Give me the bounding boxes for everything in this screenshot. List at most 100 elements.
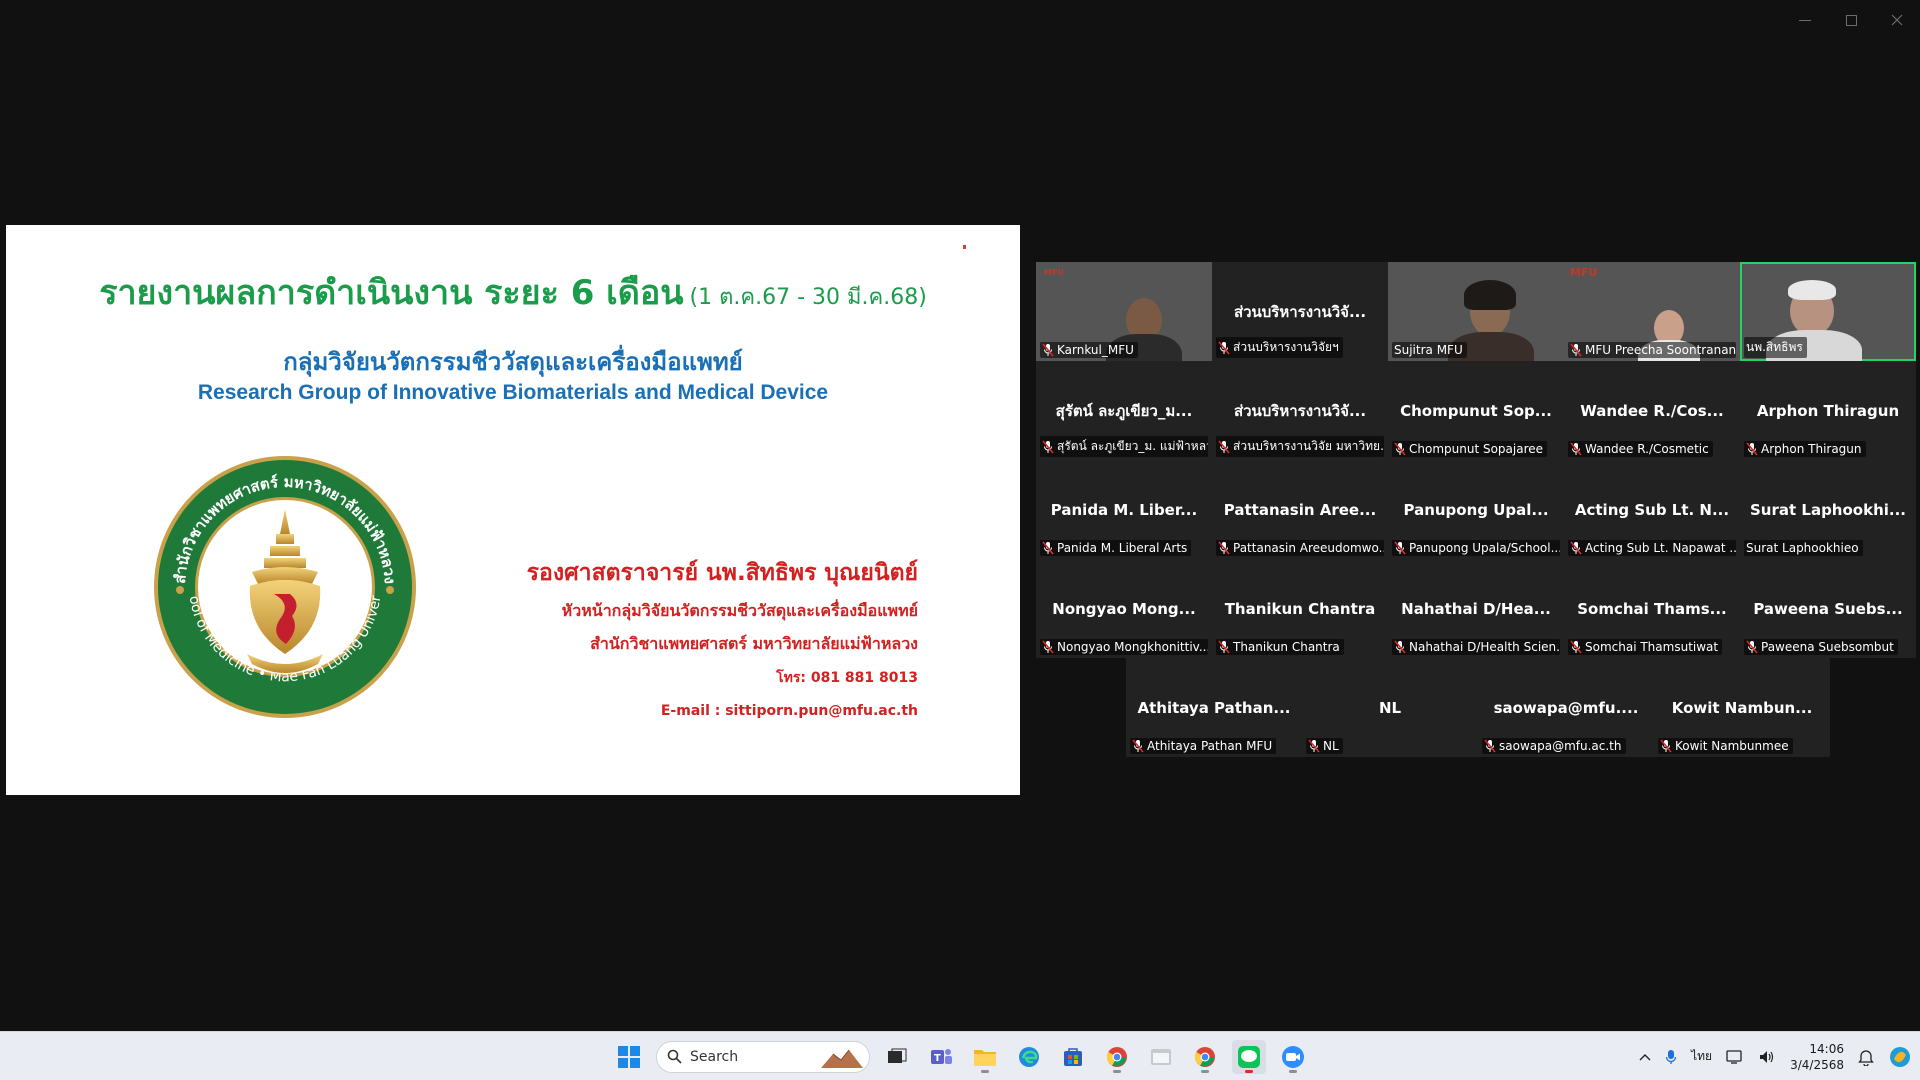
school-logo: สำนักวิชาแพทยศาสตร์ มหาวิทยาลัยแม่ฟ้าหลว… bbox=[152, 454, 416, 718]
zoom-button[interactable] bbox=[1276, 1040, 1310, 1074]
name-tag: สุรัตน์ ละภูเขียว_ม. แม่ฟ้าหลวง bbox=[1040, 436, 1208, 457]
window-app-icon bbox=[1151, 1048, 1171, 1065]
start-button[interactable] bbox=[612, 1040, 646, 1074]
mic-muted-icon bbox=[1042, 640, 1054, 654]
name-tag: Surat Laphookhieo bbox=[1744, 540, 1863, 556]
minimize-button[interactable] bbox=[1782, 0, 1828, 40]
mfu-anniversary-label: MFU bbox=[1570, 266, 1598, 279]
participant-tile[interactable]: ส่วนบริหารงานวิจั... ส่วนบริหารงานวิจัย ม… bbox=[1212, 361, 1388, 460]
participant-tile-active-speaker[interactable]: นพ.สิทธิพร bbox=[1740, 262, 1916, 361]
mic-muted-icon bbox=[1570, 343, 1582, 357]
minimize-icon bbox=[1799, 19, 1811, 21]
mic-muted-icon bbox=[1746, 442, 1758, 456]
edge-icon bbox=[1019, 1046, 1039, 1067]
notification-bell-icon[interactable] bbox=[1858, 1048, 1874, 1066]
store-button[interactable] bbox=[1056, 1040, 1090, 1074]
name-tag: Nahathai D/Health Scien... bbox=[1392, 639, 1560, 655]
video-hair bbox=[1464, 280, 1516, 310]
name-tag: Paweena Suebsombut bbox=[1744, 639, 1898, 655]
taskbar-apps: Search T bbox=[612, 1032, 1310, 1080]
mic-muted-icon bbox=[1660, 739, 1672, 753]
mic-muted-icon bbox=[1394, 640, 1406, 654]
volume-icon[interactable] bbox=[1758, 1049, 1776, 1065]
task-view-icon bbox=[888, 1048, 907, 1063]
participant-tile[interactable]: Chompunut Sop... Chompunut Sopajaree bbox=[1388, 361, 1564, 460]
mic-muted-icon bbox=[1394, 541, 1406, 555]
presenter-institution: สำนักวิชาแพทยศาสตร์ มหาวิทยาลัยแม่ฟ้าหลว… bbox=[590, 634, 918, 653]
participant-tile[interactable]: Somchai Thams... Somchai Thamsutiwat bbox=[1564, 559, 1740, 658]
participant-tile[interactable]: Nahathai D/Hea... Nahathai D/Health Scien… bbox=[1388, 559, 1564, 658]
line-app-icon bbox=[1238, 1045, 1260, 1068]
slide-title-main: รายงานผลการดำเนินงาน ระยะ 6 เดือน bbox=[99, 273, 684, 313]
presenter-name: รองศาสตราจารย์ นพ.สิทธิพร บุณยนิตย์ bbox=[526, 560, 918, 586]
taskbar-search-box[interactable]: Search bbox=[656, 1040, 870, 1073]
participant-tile[interactable]: Arphon Thiragun Arphon Thiragun bbox=[1740, 361, 1916, 460]
participant-tile-karnkul[interactable]: MFU Karnkul_MFU bbox=[1036, 262, 1212, 361]
chevron-up-icon[interactable] bbox=[1639, 1053, 1651, 1061]
maximize-button[interactable] bbox=[1828, 0, 1874, 40]
mic-muted-icon bbox=[1218, 340, 1230, 355]
participant-tile[interactable]: saowapa@mfu.... saowapa@mfu.ac.th bbox=[1478, 658, 1654, 757]
search-icon bbox=[667, 1049, 682, 1064]
participant-tile[interactable]: Surat Laphookhi... Surat Laphookhieo bbox=[1740, 460, 1916, 559]
mic-muted-icon bbox=[1218, 640, 1230, 654]
running-indicator bbox=[1201, 1069, 1209, 1073]
participant-tile[interactable]: Thanikun Chantra Thanikun Chantra bbox=[1212, 559, 1388, 658]
participant-tile[interactable]: Acting Sub Lt. N... Acting Sub Lt. Napawa… bbox=[1564, 460, 1740, 559]
slide-title-period: (1 ต.ค.67 - 30 มี.ค.68) bbox=[689, 285, 927, 310]
close-button[interactable] bbox=[1874, 0, 1920, 40]
name-tag: Nongyao Mongkhonittiv... bbox=[1040, 639, 1208, 655]
participant-tile[interactable]: Pattanasin Aree... Pattanasin Areeudomwo.… bbox=[1212, 460, 1388, 559]
line-button[interactable] bbox=[1232, 1039, 1266, 1074]
name-tag: ส่วนบริหารงานวิจัยฯ bbox=[1216, 337, 1343, 358]
participant-tile[interactable]: Panupong Upal... Panupong Upala/School... bbox=[1388, 460, 1564, 559]
video-hair bbox=[1788, 280, 1836, 300]
search-placeholder: Search bbox=[690, 1048, 739, 1065]
windows-logo-icon bbox=[618, 1045, 640, 1068]
participant-tile[interactable]: ส่วนบริหารงานวิจั... ส่วนบริหารงานวิจัยฯ bbox=[1212, 262, 1388, 361]
participant-tile[interactable]: Nongyao Mong... Nongyao Mongkhonittiv... bbox=[1036, 559, 1212, 658]
shared-screen-slide: รายงานผลการดำเนินงาน ระยะ 6 เดือน (1 ต.ค.… bbox=[6, 225, 1020, 795]
name-tag: Panida M. Liberal Arts bbox=[1040, 540, 1192, 556]
name-tag: Acting Sub Lt. Napawat ... bbox=[1568, 540, 1736, 556]
participant-tile[interactable]: Panida M. Liber... Panida M. Liberal Arts bbox=[1036, 460, 1212, 559]
presenter-role: หัวหน้ากลุ่มวิจัยนวัตกรรมชีววัสดุและเครื… bbox=[561, 601, 918, 620]
name-tag: Wandee R./Cosmetic bbox=[1568, 441, 1713, 457]
network-icon[interactable] bbox=[1726, 1049, 1744, 1065]
microphone-icon[interactable] bbox=[1665, 1049, 1677, 1065]
mic-muted-icon bbox=[1746, 640, 1758, 654]
chrome-button[interactable] bbox=[1100, 1040, 1134, 1074]
remote-app-button[interactable] bbox=[1144, 1040, 1178, 1074]
participant-tile[interactable]: NL NL bbox=[1302, 658, 1478, 757]
edge-button[interactable] bbox=[1012, 1040, 1046, 1074]
mic-muted-icon bbox=[1484, 739, 1496, 753]
mic-muted-icon bbox=[1394, 442, 1406, 456]
chrome-icon bbox=[1106, 1046, 1127, 1067]
task-view-button[interactable] bbox=[880, 1040, 914, 1074]
participant-tile-sujitra[interactable]: Sujitra MFU bbox=[1388, 262, 1564, 361]
mic-muted-icon bbox=[1042, 343, 1054, 357]
name-tag: Pattanasin Areeudomwo... bbox=[1216, 540, 1384, 556]
participant-tile[interactable]: Wandee R./Cos... Wandee R./Cosmetic bbox=[1564, 361, 1740, 460]
running-indicator bbox=[981, 1069, 989, 1073]
system-clock[interactable]: 14:06 3/4/2568 bbox=[1790, 1041, 1844, 1073]
participant-tile-preecha[interactable]: MFU MFU Preecha Soontranan bbox=[1564, 262, 1740, 361]
teams-button[interactable]: T bbox=[924, 1040, 958, 1074]
system-tray: ไทย 14:06 3/4/2568 bbox=[1639, 1032, 1912, 1080]
file-explorer-button[interactable] bbox=[968, 1040, 1002, 1074]
presenter-phone: โทร: 081 881 8013 bbox=[776, 670, 918, 686]
chrome-profile-button[interactable] bbox=[1188, 1040, 1222, 1074]
mic-muted-icon bbox=[1218, 439, 1230, 454]
mic-muted-icon bbox=[1570, 640, 1582, 654]
participant-tile[interactable]: Paweena Suebs... Paweena Suebsombut bbox=[1740, 559, 1916, 658]
chrome-icon bbox=[1194, 1046, 1215, 1067]
mic-muted-icon bbox=[1570, 541, 1582, 555]
participant-tile[interactable]: Athitaya Pathan... Athitaya Pathan MFU bbox=[1126, 658, 1302, 757]
input-language[interactable]: ไทย bbox=[1691, 1047, 1712, 1066]
mic-muted-icon bbox=[1218, 541, 1230, 555]
participant-tile[interactable]: Kowit Nambun... Kowit Nambunmee bbox=[1654, 658, 1830, 757]
participant-tile[interactable]: สุรัตน์ ละภูเขียว_ม... สุรัตน์ ละภูเขียว_… bbox=[1036, 361, 1212, 460]
copilot-icon[interactable] bbox=[1888, 1045, 1912, 1069]
mic-muted-icon bbox=[1042, 439, 1054, 454]
mic-muted-icon bbox=[1308, 739, 1320, 753]
